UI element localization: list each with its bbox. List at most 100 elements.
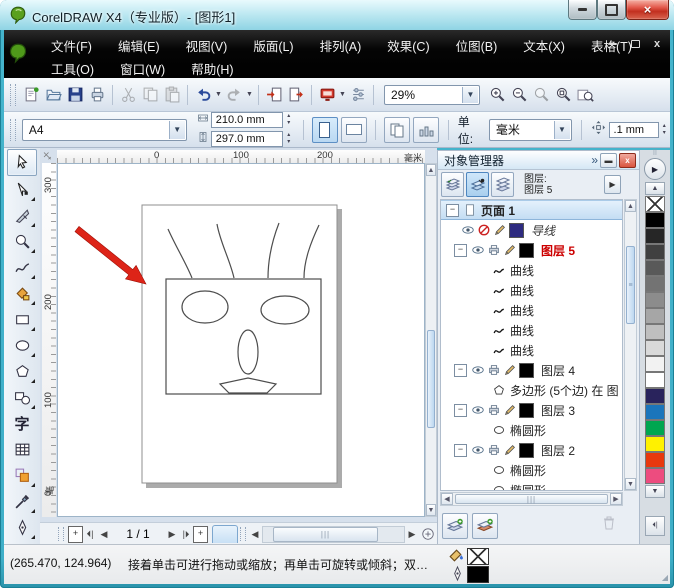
edit-pencil-icon[interactable] [502,442,518,458]
landscape-orientation-button[interactable] [341,117,367,143]
scroll-down-icon[interactable]: ▼ [625,478,636,490]
window-minimize-button[interactable] [568,0,597,20]
next-page-icon[interactable]: ▶ [165,526,179,542]
cut-button[interactable] [117,84,139,106]
tree-row-图层 5[interactable]: −图层 5 [441,240,622,260]
zoom-page-button[interactable] [552,84,574,106]
expand-collapse-icon[interactable]: − [446,204,459,217]
collapse-chevrons-icon[interactable]: » [591,153,598,167]
menu-item-6[interactable]: 位图(B) [443,32,511,59]
scroll-down-icon[interactable]: ▼ [426,504,436,516]
zoom-width-button[interactable] [574,84,596,106]
ellipse-tool[interactable] [8,333,36,358]
mdi-minimize-button[interactable] [604,37,622,51]
mdi-close-button[interactable]: x [648,37,666,51]
pagenav-drag-handle[interactable] [58,527,64,541]
palette-scroll-up-icon[interactable]: ▲ [645,182,665,195]
tree-object-曲线[interactable]: 曲线 [441,340,622,360]
palette-drag-handle[interactable]: ⠿ [640,150,670,156]
scroll-up-icon[interactable]: ▲ [426,164,436,176]
palette-flyout-button[interactable]: ▶ [644,158,666,180]
visibility-eye-icon[interactable] [460,222,476,238]
print-disabled-icon[interactable] [476,222,492,238]
edit-pencil-icon[interactable] [502,242,518,258]
tree-row-导线[interactable]: 导线 [441,220,622,240]
expand-collapse-icon[interactable]: − [454,444,467,457]
previous-page-icon[interactable]: ◀ [97,526,111,542]
undo-dropdown-icon[interactable]: ▼ [214,84,223,106]
menu-item-4[interactable]: 排列(A) [307,32,375,59]
color-swatch-#E8380D[interactable] [645,452,665,468]
menu-item-7[interactable]: 文本(X) [510,32,578,59]
property-bar-drag-handle[interactable] [10,119,16,141]
visibility-eye-icon[interactable] [470,242,486,258]
vertical-ruler[interactable]: 300 200 100 0 毫米 [42,163,56,517]
tree-object-椭圆形[interactable]: 椭圆形 [441,460,622,480]
palette-expand-icon[interactable]: ⏴| [645,516,665,536]
layer-manager-view-button[interactable] [491,172,514,197]
import-button[interactable] [263,84,285,106]
expand-collapse-icon[interactable]: − [454,364,467,377]
object-manager-header[interactable]: 对象管理器 » ▬ x [438,151,639,170]
panel-minimize-button[interactable]: ▬ [600,153,617,168]
portrait-orientation-button[interactable] [312,117,338,143]
toolbar-drag-handle[interactable] [10,84,16,106]
add-page-after-button[interactable]: + [193,526,208,543]
window-maximize-button[interactable] [597,0,626,20]
tree-object-曲线[interactable]: 曲线 [441,280,622,300]
zoom-in-button[interactable] [486,84,508,106]
units-select[interactable]: 毫米 ▼ [489,119,572,141]
layer-color-swatch[interactable] [519,403,534,418]
color-swatch-#FFF100[interactable] [645,436,665,452]
last-page-icon[interactable]: |⏵ [179,526,193,542]
copy-button[interactable] [139,84,161,106]
nose-ellipse[interactable] [238,330,258,374]
paste-button[interactable] [161,84,183,106]
tree-object-椭圆形[interactable]: 椭圆形 [441,480,622,491]
tree-row-页面 1[interactable]: −页面 1 [441,200,622,220]
tree-horizontal-scrollbar[interactable]: ◀ ||| ▶ [440,492,623,506]
scroll-left-icon[interactable]: ◀ [248,526,262,542]
scroll-left-icon[interactable]: ◀ [441,493,453,505]
save-button[interactable] [64,84,86,106]
edit-across-layers-button[interactable] [466,172,489,197]
eyedropper-tool[interactable] [8,489,36,514]
zoom-out-button[interactable] [508,84,530,106]
color-swatch-#F2F2F2[interactable] [645,356,665,372]
tree-vscroll-thumb[interactable]: ≡ [626,246,635,324]
first-page-icon[interactable]: ⏴| [83,526,97,542]
freehand-tool[interactable] [8,255,36,280]
undo-button[interactable] [192,84,214,106]
redo-button[interactable] [223,84,245,106]
panel-flyout-button[interactable]: ▶ [604,175,621,194]
launcher-button[interactable] [316,84,338,106]
no-color-swatch[interactable] [645,196,665,212]
paper-size-select[interactable]: A4 ▼ [22,119,187,141]
expand-collapse-icon[interactable]: − [454,404,467,417]
zoom-level-select[interactable]: 29%▼ [384,85,480,105]
export-button[interactable] [285,84,307,106]
zoom-actual-button[interactable] [530,84,552,106]
color-swatch-#262626[interactable] [645,228,665,244]
facing-pages-layout-button[interactable] [413,117,439,143]
layer-color-swatch[interactable] [509,223,524,238]
tree-row-图层 2[interactable]: −图层 2 [441,440,622,460]
all-pages-layout-button[interactable] [384,117,410,143]
redo-dropdown-icon[interactable]: ▼ [245,84,254,106]
layer-color-swatch[interactable] [519,363,534,378]
delete-layer-icon[interactable] [601,515,617,536]
zoom-tool[interactable] [8,229,36,254]
tree-object-多边形 (5个边) 在 图[interactable]: 多边形 (5个边) 在 图 [441,380,622,400]
show-object-properties-button[interactable] [441,172,464,197]
canvas-hscroll-thumb[interactable]: ||| [273,527,378,542]
basic-shapes-tool[interactable] [8,385,36,410]
paper-width-spinner[interactable]: ▴▾ [283,113,295,127]
left-eye-ellipse[interactable] [182,291,228,323]
tree-object-椭圆形[interactable]: 椭圆形 [441,420,622,440]
edit-pencil-icon[interactable] [502,362,518,378]
color-swatch-#8C8C8C[interactable] [645,292,665,308]
fill-color-swatch[interactable] [467,548,489,565]
window-close-button[interactable]: × [626,0,669,20]
tree-object-曲线[interactable]: 曲线 [441,300,622,320]
tree-object-曲线[interactable]: 曲线 [441,320,622,340]
